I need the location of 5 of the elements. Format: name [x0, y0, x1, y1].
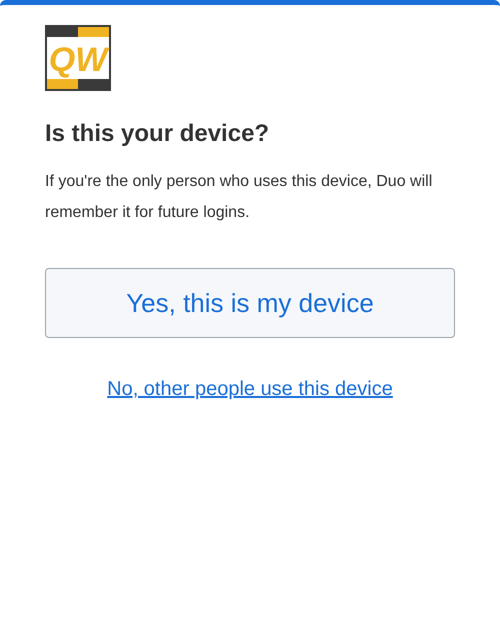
logo: QW — [45, 25, 111, 91]
yes-button[interactable]: Yes, this is my device — [45, 268, 455, 338]
heading: Is this your device? — [45, 119, 270, 149]
description: If you're the only person who uses this device, Duo will remember it for future logins. — [45, 172, 434, 223]
no-link[interactable]: No, other people use this device — [107, 374, 393, 404]
